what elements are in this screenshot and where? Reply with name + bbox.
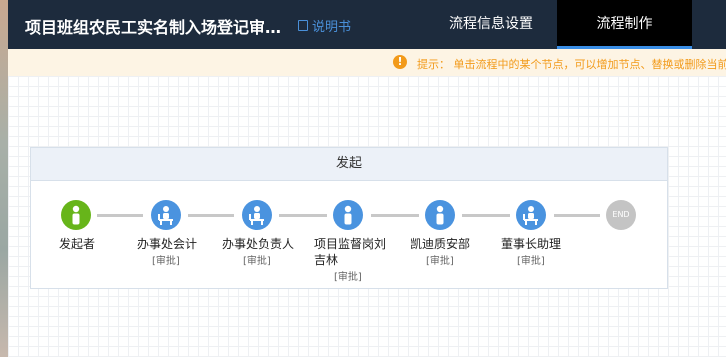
node-label: 办事处会计: [137, 237, 198, 251]
node-sublabel: [审批]: [334, 272, 362, 283]
connector-line: [188, 214, 234, 217]
person-icon: [72, 205, 80, 225]
node-approver-office-head[interactable]: [242, 200, 272, 230]
node-approver-quality-dept[interactable]: [425, 200, 455, 230]
manual-link[interactable]: 说明书: [298, 16, 351, 35]
person-icon: [344, 205, 352, 225]
approver-icon: [523, 206, 538, 225]
node-initiator[interactable]: [61, 200, 91, 230]
node-end[interactable]: END: [606, 200, 636, 230]
node-sublabel: [审批]: [517, 256, 545, 267]
node-label: 董事长助理: [501, 237, 562, 251]
panel-title[interactable]: 发起: [31, 148, 667, 181]
node-label: 发起者: [59, 237, 96, 251]
tab-flow-build[interactable]: 流程制作: [557, 0, 692, 49]
connector-line: [554, 214, 600, 217]
flow-canvas: 发起 发起者 办事处会计 [审批] 办事处负责人 [审批] 项目监督岗刘 吉林 …: [8, 76, 726, 357]
node-approver-accountant[interactable]: [151, 200, 181, 230]
flow-panel: 发起 发起者 办事处会计 [审批] 办事处负责人 [审批] 项目监督岗刘 吉林 …: [30, 147, 668, 289]
tip-text: 提示： 单击流程中的某个节点，可以增加节点、替换或删除当前节: [417, 58, 726, 71]
connector-line: [279, 214, 327, 217]
person-icon: [436, 205, 444, 225]
book-icon: [298, 20, 308, 31]
node-sublabel: [审批]: [152, 256, 180, 267]
node-label: 凯迪质安部: [410, 237, 471, 251]
background-strip: [0, 0, 8, 357]
node-approver-chairman-assistant[interactable]: [516, 200, 546, 230]
manual-label: 说明书: [312, 20, 352, 35]
app-header: 项目班组农民工实名制入场登记审… 说明书 流程信息设置 流程制作: [8, 0, 726, 49]
node-label-line2: 吉林: [314, 253, 339, 267]
node-sublabel: [审批]: [426, 256, 454, 267]
connector-line: [462, 214, 510, 217]
connector-line: [371, 214, 419, 217]
tip-bar: ! 提示： 单击流程中的某个节点，可以增加节点、替换或删除当前节: [8, 49, 726, 76]
approver-icon: [158, 206, 173, 225]
node-label: 项目监督岗刘: [314, 237, 387, 251]
page-title: 项目班组农民工实名制入场登记审…: [25, 18, 282, 37]
approver-icon: [249, 206, 264, 225]
connector-line: [97, 214, 143, 217]
node-label: 办事处负责人: [222, 237, 295, 251]
tab-flow-settings[interactable]: 流程信息设置: [424, 0, 558, 49]
node-sublabel: [审批]: [243, 256, 271, 267]
warning-icon: !: [393, 55, 407, 69]
node-approver-supervisor[interactable]: [333, 200, 363, 230]
